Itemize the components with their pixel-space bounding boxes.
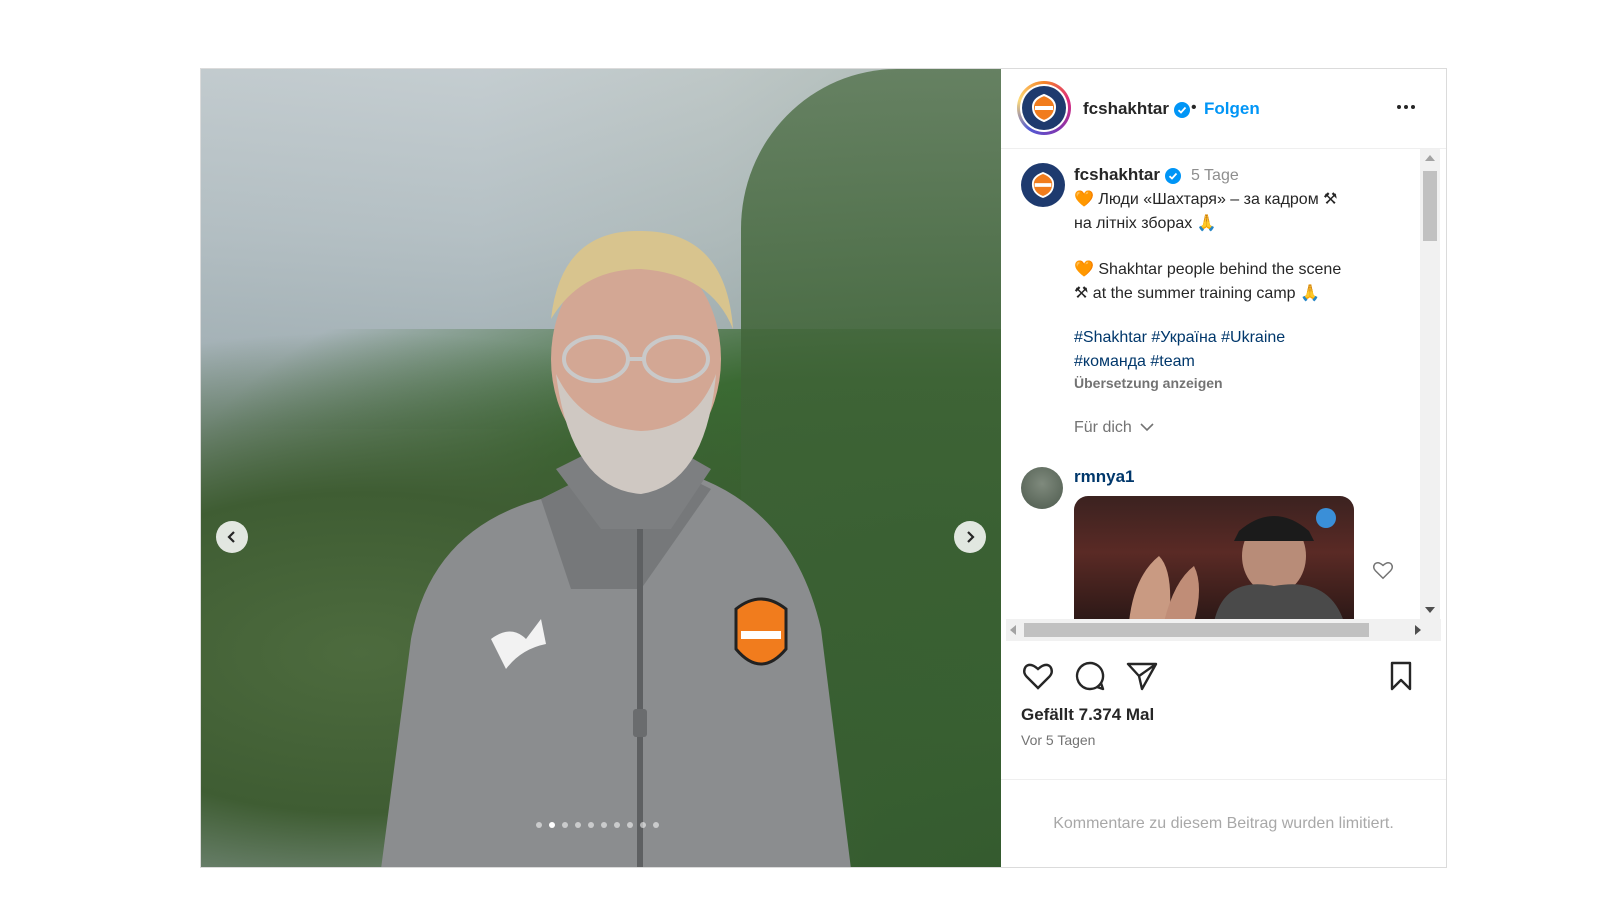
shakhtar-logo — [1022, 86, 1066, 130]
caption-line: 🧡 Shakhtar people behind the scene — [1074, 261, 1342, 278]
coach-figure — [381, 230, 851, 867]
caption-username[interactable]: fcshakhtar — [1074, 165, 1181, 185]
carousel-dot — [536, 822, 542, 828]
next-slide-button[interactable] — [954, 521, 986, 553]
post-photo[interactable] — [201, 69, 1001, 867]
caption-line: на літніх зборах 🙏 — [1074, 215, 1217, 232]
comments-limited-notice: Kommentare zu diesem Beitrag wurden limi… — [1001, 779, 1446, 867]
hashtags[interactable]: #команда #team — [1074, 353, 1195, 371]
scroll-up-arrow[interactable] — [1425, 155, 1435, 161]
carousel-dot — [640, 822, 646, 828]
carousel-dot — [549, 822, 555, 828]
scroll-left-arrow[interactable] — [1010, 625, 1016, 635]
caption-line: ⚒ at the summer training camp 🙏 — [1074, 285, 1320, 302]
for-you-dropdown[interactable]: Für dich — [1074, 419, 1154, 437]
show-translation-link[interactable]: Übersetzung anzeigen — [1074, 375, 1223, 391]
previous-slide-button[interactable] — [216, 521, 248, 553]
carousel-indicator — [536, 822, 659, 828]
caption-time: 5 Tage — [1191, 167, 1239, 184]
post-side-panel: fcshakhtar • Folgen fcshakhtar 5 Tage 🧡 … — [1001, 69, 1446, 867]
carousel-dot — [562, 822, 568, 828]
heart-icon[interactable] — [1021, 659, 1055, 693]
scroll-down-arrow[interactable] — [1425, 607, 1435, 613]
carousel-dot — [653, 822, 659, 828]
vertical-scrollbar[interactable] — [1420, 149, 1440, 619]
separator: • — [1191, 99, 1197, 116]
post-header: fcshakhtar • Folgen — [1001, 69, 1446, 149]
post-actions — [1001, 657, 1446, 697]
scrollbar-thumb[interactable] — [1024, 623, 1369, 637]
caption-line: 🧡 Люди «Шахтаря» – за кадром ⚒ — [1074, 191, 1338, 208]
chevron-down-icon — [1140, 423, 1154, 432]
instagram-post: fcshakhtar • Folgen fcshakhtar 5 Tage 🧡 … — [200, 68, 1447, 868]
verified-icon — [1164, 167, 1181, 184]
chevron-left-icon — [227, 531, 235, 543]
carousel-dot — [575, 822, 581, 828]
carousel-dot — [601, 822, 607, 828]
comment-icon[interactable] — [1073, 659, 1107, 693]
carousel-dot — [627, 822, 633, 828]
like-comment-icon[interactable] — [1372, 559, 1394, 581]
carousel-dot — [588, 822, 594, 828]
share-icon[interactable] — [1125, 659, 1159, 693]
verified-icon — [1173, 101, 1190, 118]
comments-section[interactable]: fcshakhtar 5 Tage 🧡 Люди «Шахтаря» – за … — [1001, 149, 1446, 649]
scrollbar-thumb[interactable] — [1423, 171, 1437, 241]
chevron-right-icon — [967, 531, 975, 543]
comment-username[interactable]: rmnya1 — [1074, 467, 1134, 487]
horizontal-scrollbar[interactable] — [1006, 619, 1441, 641]
caption-avatar[interactable] — [1021, 163, 1065, 207]
carousel-dot — [614, 822, 620, 828]
likes-count[interactable]: Gefällt 7.374 Mal — [1021, 705, 1154, 725]
header-username[interactable]: fcshakhtar — [1083, 99, 1190, 119]
post-date: Vor 5 Tagen — [1021, 732, 1096, 748]
more-options-button[interactable] — [1391, 95, 1421, 119]
avatar[interactable] — [1017, 81, 1071, 135]
follow-button[interactable]: Folgen — [1204, 99, 1260, 119]
scroll-right-arrow[interactable] — [1415, 625, 1421, 635]
bookmark-icon[interactable] — [1384, 659, 1418, 693]
hashtags[interactable]: #Shakhtar #Україна #Ukraine — [1074, 329, 1285, 347]
comment-image[interactable] — [1074, 496, 1354, 622]
comment-avatar[interactable] — [1021, 467, 1063, 509]
more-icon — [1397, 105, 1401, 109]
